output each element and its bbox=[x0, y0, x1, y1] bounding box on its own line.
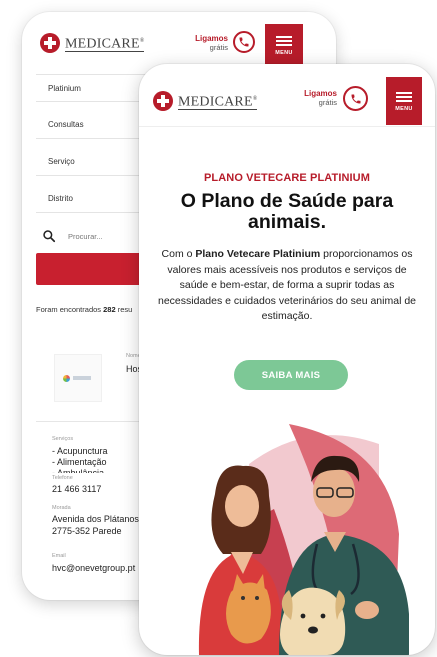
phone-icon[interactable] bbox=[233, 31, 255, 53]
menu-label: MENU bbox=[395, 106, 413, 112]
medical-cross-icon bbox=[153, 91, 173, 111]
services-list: - Acupunctura - Alimentação - Ambulância bbox=[52, 446, 108, 473]
address-label: Morada bbox=[52, 505, 71, 511]
services-label: Serviços bbox=[52, 436, 74, 442]
call-line1: Ligamos bbox=[195, 34, 228, 43]
free-call-text: Ligamos grátis bbox=[297, 89, 337, 107]
filter-district-label: Distrito bbox=[48, 194, 73, 203]
phone-label: Telefone bbox=[52, 475, 73, 481]
front-phone-screen: MEDICARE® Ligamos grátis MENU PLANO VETE… bbox=[139, 64, 435, 655]
brand-name: MEDICARE bbox=[178, 94, 253, 110]
call-line2: grátis bbox=[318, 98, 337, 107]
hero-section: PLANO VETECARE PLATINIUM O Plano de Saúd… bbox=[139, 172, 435, 325]
brand-trademark: ® bbox=[252, 95, 258, 102]
hero-description: Com o Plano Vetecare Platinium proporcio… bbox=[152, 247, 422, 325]
brand-name: MEDICARE bbox=[65, 36, 140, 52]
filter-service-label: Serviço bbox=[48, 157, 75, 166]
menu-label: MENU bbox=[275, 50, 293, 56]
phone-icon[interactable] bbox=[343, 86, 368, 111]
learn-more-button[interactable]: SAIBA MAIS bbox=[234, 360, 348, 390]
filter-plan-label: Platinium bbox=[48, 83, 81, 93]
phone-value[interactable]: 21 466 3117 bbox=[52, 484, 101, 494]
brand-trademark: ® bbox=[139, 37, 145, 44]
hamburger-icon bbox=[276, 34, 292, 48]
headline-line1: O Plano de Saúde para bbox=[180, 190, 394, 212]
back-header: MEDICARE® Ligamos grátis MENU bbox=[22, 12, 336, 72]
description-prefix: Com o bbox=[161, 248, 196, 260]
results-suffix: resu bbox=[117, 305, 133, 314]
brand-logo[interactable]: MEDICARE® bbox=[153, 91, 258, 111]
call-line2: grátis bbox=[209, 43, 228, 52]
filter-category-label: Consultas bbox=[48, 120, 84, 129]
clinic-logo-icon bbox=[63, 374, 70, 382]
search-placeholder: Procurar... bbox=[68, 231, 103, 241]
headline-line2: animais. bbox=[247, 211, 327, 233]
plan-kicker: PLANO VETECARE PLATINIUM bbox=[204, 172, 370, 184]
search-icon bbox=[43, 230, 56, 243]
service-item: - Alimentação bbox=[52, 457, 107, 467]
results-prefix: Foram encontrados bbox=[36, 305, 102, 314]
hamburger-icon bbox=[396, 90, 412, 104]
email-value[interactable]: hvc@onevetgroup.pt bbox=[52, 563, 135, 573]
front-header: MEDICARE® Ligamos grátis MENU bbox=[139, 64, 435, 127]
service-item: - Ambulância bbox=[52, 468, 105, 473]
brand-logo[interactable]: MEDICARE® bbox=[40, 33, 145, 53]
menu-button[interactable]: MENU bbox=[265, 24, 303, 66]
address-line1: Avenida dos Plátanos bbox=[52, 514, 139, 524]
address-line2: 2775-352 Parede bbox=[52, 526, 122, 536]
medical-cross-icon bbox=[40, 33, 60, 53]
results-count: Foram encontrados 282 resu bbox=[36, 305, 132, 314]
clinic-logo bbox=[54, 354, 102, 402]
results-number: 282 bbox=[103, 305, 116, 314]
service-item: - Acupunctura bbox=[52, 446, 108, 456]
email-label: Email bbox=[52, 553, 66, 559]
hero-headline: O Plano de Saúde para animais. bbox=[139, 191, 435, 233]
call-line1: Ligamos bbox=[304, 89, 337, 98]
menu-button[interactable]: MENU bbox=[386, 77, 422, 125]
header-divider bbox=[139, 126, 435, 127]
description-plan-name: Plano Vetecare Platinium bbox=[195, 248, 321, 260]
free-call-text: Ligamos grátis bbox=[190, 34, 228, 52]
vet-with-pets-photo bbox=[198, 424, 409, 655]
